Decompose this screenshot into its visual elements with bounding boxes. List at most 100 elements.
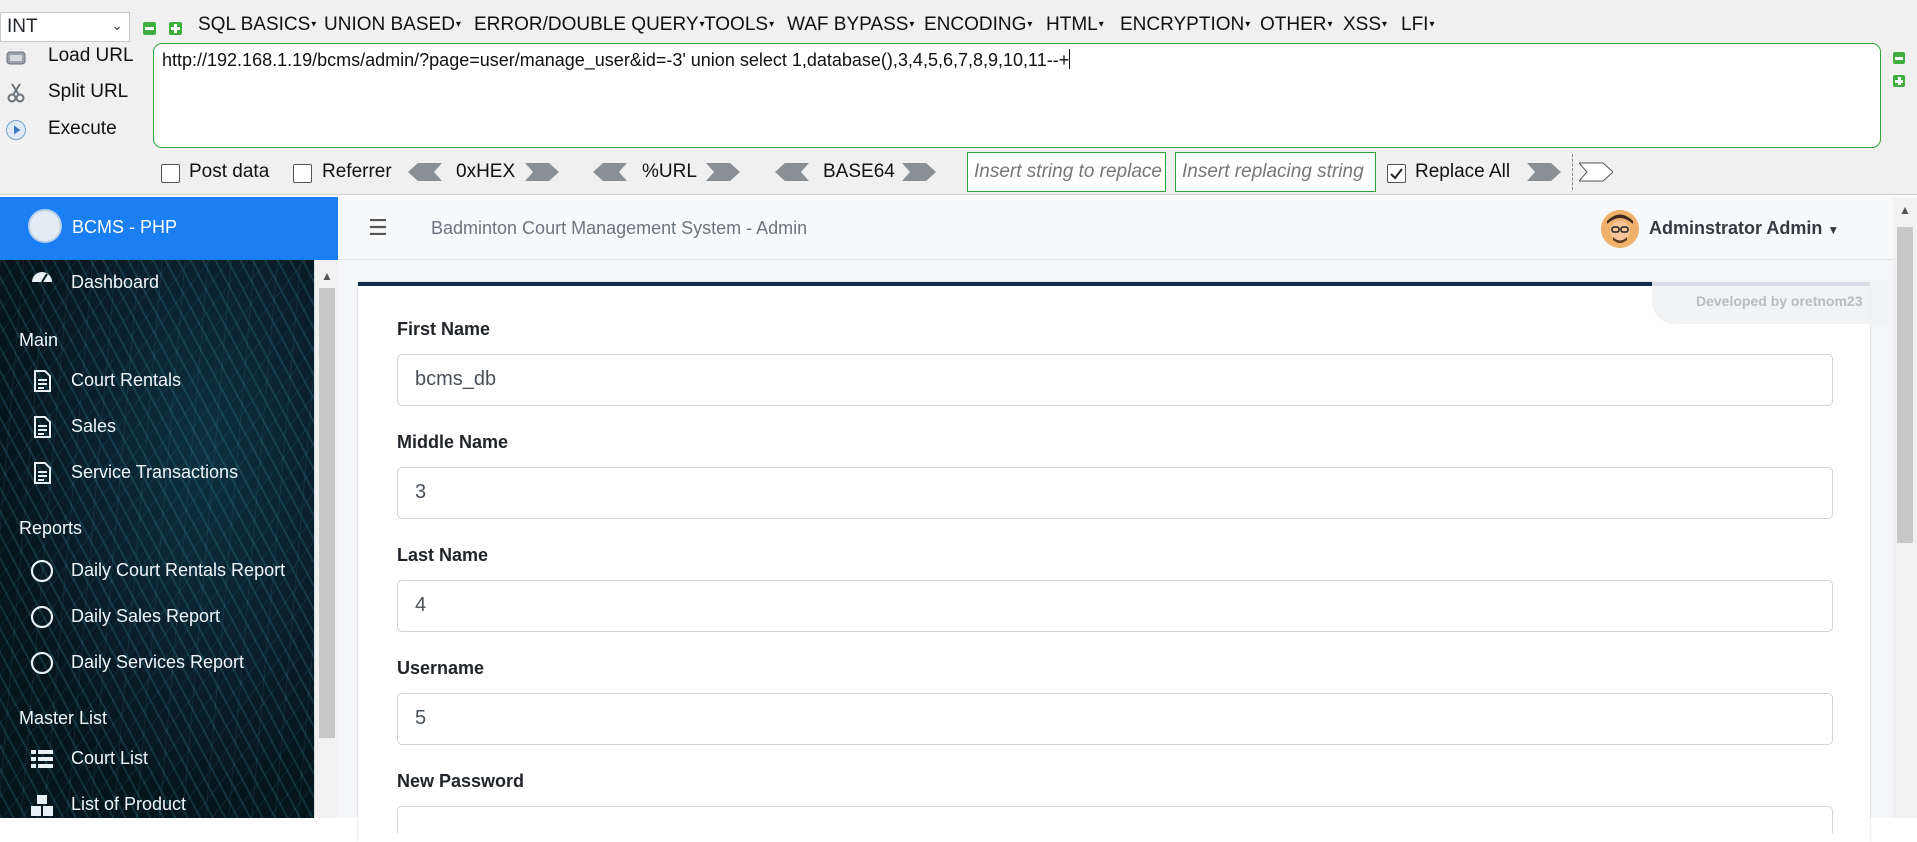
sidebar-item-label: Daily Court Rentals Report [71,560,286,580]
sidebar-item-label: Dashboard [71,272,160,292]
sidebar-item-label: Service Transactions [71,462,239,482]
split-url-label: Split URL [48,81,129,102]
chevron-down-icon: ⌄ [111,17,123,33]
menu-html[interactable]: HTML▾ [1046,14,1104,36]
circle-icon [30,559,54,583]
collapse-icon[interactable] [143,22,156,35]
dropdown-caret-icon: ▾ [455,19,461,30]
dropdown-caret-icon: ▾ [1245,19,1251,30]
sidebar-item-label: Court List [71,748,149,768]
sidebar-item-sales[interactable]: Sales [0,408,314,446]
menu-lfi[interactable]: LFI▾ [1401,14,1434,36]
type-select-value: INT [7,16,38,37]
sidebar-item-court-rentals[interactable]: Court Rentals [0,362,314,400]
hex-encode-arrow-icon[interactable] [525,161,559,183]
grow-icon[interactable] [1893,75,1905,87]
hamburger-menu-icon[interactable]: ☰ [368,215,388,241]
sidebar-item-daily-sales-report[interactable]: Daily Sales Report [0,598,314,636]
dropdown-caret-icon: ▾ [311,19,317,30]
sidebar: Dashboard Main Court Rentals Sales Servi… [0,260,314,818]
menu-xss[interactable]: XSS▾ [1343,14,1387,36]
new-password-field[interactable] [397,806,1833,833]
replace-with-placeholder: Insert replacing string [1182,161,1364,182]
scrollbar-thumb[interactable] [1897,227,1913,543]
sidebar-item-service-transactions[interactable]: Service Transactions [0,454,314,492]
scroll-up-icon[interactable]: ▲ [321,269,333,283]
user-menu[interactable]: Adminstrator Admin ▼ [1649,218,1839,239]
first-name-field[interactable]: bcms_db [397,354,1833,406]
avatar[interactable] [1601,210,1639,248]
file-invoice-icon [34,462,51,484]
page-scrollbar[interactable]: ▲ [1893,197,1917,818]
sidebar-item-list-of-product[interactable]: List of Product [0,786,314,818]
sidebar-scrollbar[interactable]: ▲ [314,260,338,818]
post-data-checkbox[interactable] [161,164,180,183]
load-url-label: Load URL [48,45,134,66]
base64-decode-arrow-icon[interactable] [775,161,809,183]
menu-label: ENCRYPTION [1120,14,1245,35]
load-url-button[interactable]: Load URL [0,40,148,74]
replace-find-input[interactable]: Insert string to replace [967,152,1166,192]
replace-with-input[interactable]: Insert replacing string [1175,152,1376,192]
url-encoding-label: %URL [642,161,697,182]
menu-sql-basics[interactable]: SQL BASICS▾ [198,14,316,36]
load-url-icon [6,51,26,65]
circle-icon [30,651,54,675]
menu-label: LFI [1401,14,1429,35]
middle-name-field[interactable]: 3 [397,467,1833,519]
menu-encoding[interactable]: ENCODING▾ [924,14,1032,36]
shrink-icon[interactable] [1893,52,1905,64]
scrollbar-thumb[interactable] [319,288,335,738]
menu-tools[interactable]: TOOLS▾ [704,14,774,36]
execute-button[interactable]: Execute [0,113,148,147]
url-text: http://192.168.1.19/bcms/admin/?page=use… [162,50,1070,70]
menu-other[interactable]: OTHER▾ [1260,14,1333,36]
menu-union-based[interactable]: UNION BASED▾ [324,14,461,36]
base64-label: BASE64 [823,161,895,182]
hackbar-panel: INT ⌄ SQL BASICS▾ UNION BASED▾ ERROR/DOU… [0,0,1917,195]
replace-all-label: Replace All [1415,161,1511,182]
sidebar-item-daily-services-report[interactable]: Daily Services Report [0,644,314,682]
hex-decode-arrow-icon[interactable] [408,161,442,183]
menu-encryption[interactable]: ENCRYPTION▾ [1120,14,1250,36]
top-navbar: ☰ Badminton Court Management System - Ad… [338,197,1893,260]
dropdown-caret-icon: ▾ [1429,19,1435,30]
brand-title: BCMS - PHP [72,217,178,237]
replace-all-checkbox[interactable] [1387,164,1406,183]
username-field[interactable]: 5 [397,693,1833,745]
last-name-field[interactable]: 4 [397,580,1833,632]
menu-label: TOOLS [704,14,769,35]
play-icon [6,120,26,140]
split-url-button[interactable]: Split URL [0,76,148,110]
replace-arrow-icon[interactable] [1527,161,1561,183]
list-icon [31,750,53,768]
user-name: Adminstrator Admin [1649,218,1823,238]
url-decode-arrow-icon[interactable] [593,161,627,183]
sidebar-item-label: Daily Sales Report [71,606,221,626]
system-title: Badminton Court Management System - Admi… [431,218,808,238]
new-password-label: New Password [397,771,525,791]
expand-icon[interactable] [169,22,182,35]
menu-label: UNION BASED [324,14,455,35]
referrer-checkbox[interactable] [293,164,312,183]
sidebar-header-main: Main [19,330,59,350]
url-textarea[interactable]: http://192.168.1.19/bcms/admin/?page=use… [153,43,1881,148]
url-encode-arrow-icon[interactable] [706,161,740,183]
avatar-face-icon [1601,210,1639,248]
checkmark-icon [1389,167,1403,180]
sidebar-item-label: Court Rentals [71,370,182,390]
base64-encode-arrow-icon[interactable] [902,161,936,183]
scroll-up-icon[interactable]: ▲ [1899,203,1911,217]
brand-link[interactable]: BCMS - PHP [0,197,338,260]
sidebar-item-dashboard[interactable]: Dashboard [0,264,314,302]
menu-waf-bypass[interactable]: WAF BYPASS▾ [787,14,914,36]
hackbar-menubar: INT ⌄ SQL BASICS▾ UNION BASED▾ ERROR/DOU… [0,6,1917,42]
sidebar-item-daily-court-rentals-report[interactable]: Daily Court Rentals Report [0,552,314,590]
menu-label: OTHER [1260,14,1327,35]
replace-execute-arrow-icon[interactable] [1579,161,1613,183]
dropdown-caret-icon: ▾ [909,19,915,30]
type-select[interactable]: INT ⌄ [0,12,130,42]
referrer-label: Referrer [322,161,392,182]
sidebar-item-court-list[interactable]: Court List [0,740,314,778]
menu-error-double-query[interactable]: ERROR/DOUBLE QUERY▾ [474,14,705,36]
